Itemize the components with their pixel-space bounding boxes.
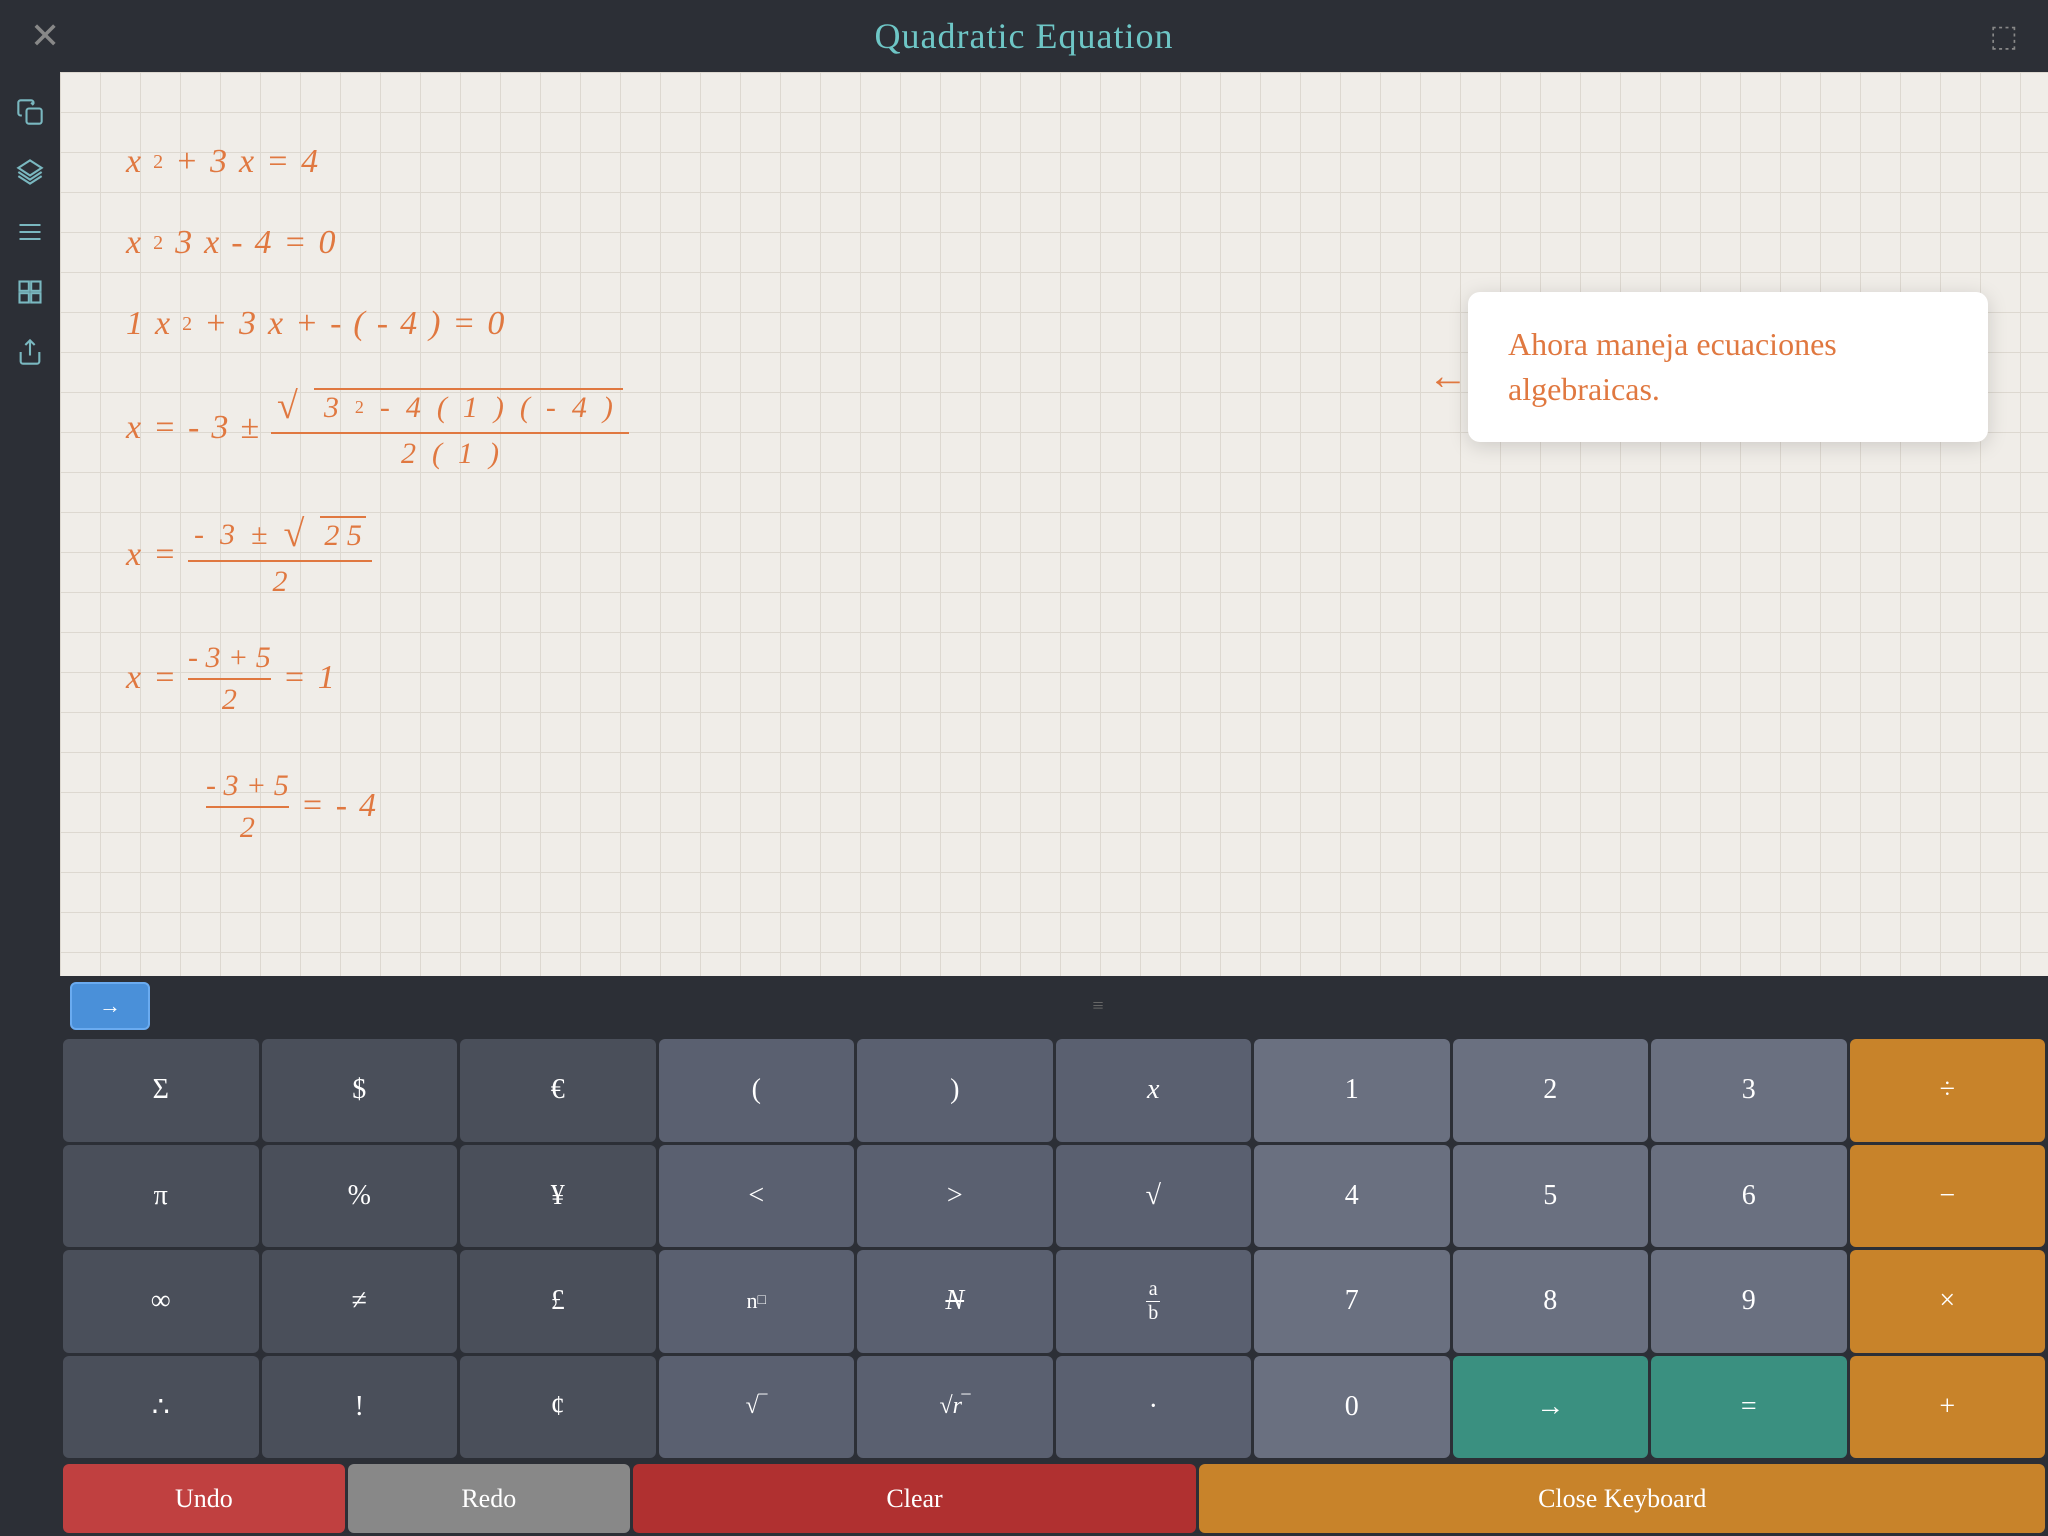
key-less-than[interactable]: < [659,1145,855,1248]
key-sqrt-empty[interactable]: √‾ [659,1356,855,1459]
key-left-paren[interactable]: ( [659,1039,855,1142]
key-dot[interactable]: · [1056,1356,1252,1459]
keyboard-topbar: → ≡ [60,976,2048,1036]
equation-line-1: x2 + 3 x = 4 [120,142,1988,183]
key-cent[interactable]: ¢ [460,1356,656,1459]
redo-button[interactable]: Redo [348,1464,630,1533]
key-natural-num[interactable]: N [857,1250,1053,1353]
key-not-equal[interactable]: ≠ [262,1250,458,1353]
key-divide[interactable]: ÷ [1850,1039,2046,1142]
key-percent[interactable]: % [262,1145,458,1248]
content-area: x2 + 3 x = 4 x2 3 x - 4 = 0 1 x 2 + [60,72,2048,1536]
key-3[interactable]: 3 [1651,1039,1847,1142]
app-header: ✕ Quadratic Equation ⬚ [0,0,2048,72]
key-6[interactable]: 6 [1651,1145,1847,1248]
key-9[interactable]: 9 [1651,1250,1847,1353]
layers-icon[interactable] [10,152,50,192]
key-sqrt[interactable]: √ [1056,1145,1252,1248]
key-superscript[interactable]: n□ [659,1250,855,1353]
key-euro[interactable]: € [460,1039,656,1142]
key-sigma[interactable]: Σ [63,1039,259,1142]
keyboard-panel: → ≡ Σ $ € ( ) x 1 2 3 ÷ [60,976,2048,1536]
key-8[interactable]: 8 [1453,1250,1649,1353]
keyboard-actions: Undo Redo Clear Close Keyboard [60,1461,2048,1536]
key-pi[interactable]: π [63,1145,259,1248]
key-minus[interactable]: − [1850,1145,2046,1248]
tooltip-bubble: ← Ahora maneja ecuaciones algebraicas. [1468,292,1988,442]
key-right-paren[interactable]: ) [857,1039,1053,1142]
equations-area: x2 + 3 x = 4 x2 3 x - 4 = 0 1 x2 + [60,72,2048,976]
solution1-frac: - 3 + 5 2 [188,640,271,718]
close-button[interactable]: ✕ [30,15,60,57]
grid-icon[interactable] [10,272,50,312]
equation-line-2: x2 3 x - 4 = 0 [120,223,1988,264]
quadratic-formula-frac: √ 32 - 4 ( 1 ) ( - 4 ) [271,384,629,472]
sidebar [0,72,60,1536]
equation-line-7: - 3 + 5 2 = - 4 [200,768,1988,846]
key-equals[interactable]: = [1651,1356,1847,1459]
key-fraction[interactable]: ab [1056,1250,1252,1353]
main-layout: x2 + 3 x = 4 x2 3 x - 4 = 0 1 x 2 + [0,72,2048,1536]
key-yen[interactable]: ¥ [460,1145,656,1248]
clear-button[interactable]: Clear [633,1464,1197,1533]
arrow-key-button[interactable]: → [70,982,150,1030]
drag-handle[interactable]: ≡ [160,995,2038,1018]
document-icon[interactable] [10,212,50,252]
close-keyboard-button[interactable]: Close Keyboard [1199,1464,2045,1533]
expand-button[interactable]: ⬚ [1990,19,2018,54]
key-exclamation[interactable]: ! [262,1356,458,1459]
key-5[interactable]: 5 [1453,1145,1649,1248]
simplified-formula-frac: - 3 ± √ 2 5 2 [188,512,372,600]
undo-button[interactable]: Undo [63,1464,345,1533]
key-arrow-right[interactable]: → [1453,1356,1649,1459]
tooltip-text: Ahora maneja ecuaciones algebraicas. [1508,326,1837,407]
key-therefore[interactable]: ∴ [63,1356,259,1459]
key-infinity[interactable]: ∞ [63,1250,259,1353]
eq1-x: x [126,142,141,183]
key-1[interactable]: 1 [1254,1039,1450,1142]
key-pound[interactable]: £ [460,1250,656,1353]
equation-line-6: x = - 3 + 5 2 = 1 [120,640,1988,718]
drag-lines-icon: ≡ [1092,995,1105,1018]
key-sqrt-r[interactable]: √r‾ [857,1356,1053,1459]
keyboard-grid: Σ $ € ( ) x 1 2 3 ÷ π % ¥ < > √ 4 [60,1036,2048,1461]
key-plus[interactable]: + [1850,1356,2046,1459]
copy-icon[interactable] [10,92,50,132]
key-7[interactable]: 7 [1254,1250,1450,1353]
key-greater-than[interactable]: > [857,1145,1053,1248]
key-0[interactable]: 0 [1254,1356,1450,1459]
share-icon[interactable] [10,332,50,372]
key-x-var[interactable]: x [1056,1039,1252,1142]
key-dollar[interactable]: $ [262,1039,458,1142]
key-multiply[interactable]: × [1850,1250,2046,1353]
page-title: Quadratic Equation [875,15,1174,57]
tooltip-arrow: ← [1428,352,1468,399]
equation-line-5: x = - 3 ± √ 2 5 2 [120,512,1988,600]
key-4[interactable]: 4 [1254,1145,1450,1248]
solution2-frac: - 3 + 5 2 [206,768,289,846]
key-2[interactable]: 2 [1453,1039,1649,1142]
